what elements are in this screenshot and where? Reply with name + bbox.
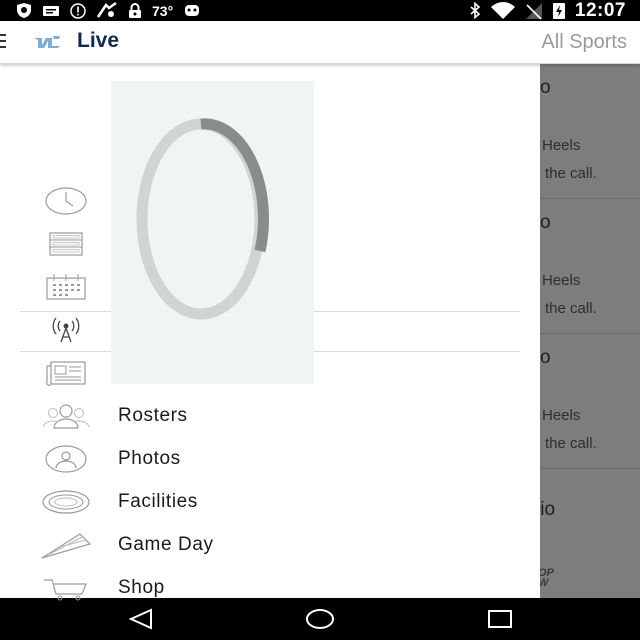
drawer-item-label: Photos [118, 448, 181, 469]
feed-card-text: Heels [542, 272, 581, 289]
drawer-item-shop[interactable]: Shop [0, 567, 540, 610]
facilities-icon [40, 485, 92, 519]
feed-logo: OP W [540, 568, 554, 589]
feed-card[interactable]: o Heels the call. [540, 333, 640, 469]
signal-icon [525, 2, 543, 20]
broadcast-icon [40, 314, 92, 348]
feed-card-text: the call. [545, 300, 597, 317]
navigation-drawer: Rosters Photos Facilities Game Day Shop [0, 63, 540, 601]
photos-icon [40, 442, 92, 476]
page-title: Live [77, 29, 120, 52]
news-icon [40, 356, 92, 390]
loading-spinner-icon [136, 118, 269, 320]
bluetooth-icon [469, 2, 481, 19]
drawer-item-label: Game Day [118, 534, 214, 555]
list-icon [40, 227, 92, 261]
loading-indicator [111, 81, 314, 384]
drawer-item-label: Shop [118, 577, 165, 598]
drawer-item-rosters[interactable]: Rosters [0, 395, 540, 438]
clock-icon [40, 184, 92, 218]
feed-card-title: o [540, 77, 551, 98]
battery-icon [552, 2, 566, 20]
feed-card-title: o [540, 347, 551, 368]
back-icon[interactable] [128, 608, 154, 635]
drawer-item-gameday[interactable]: Game Day [0, 524, 540, 567]
wifi-icon [490, 1, 516, 20]
feed-card-text: the call. [545, 435, 597, 452]
message-icon [42, 4, 60, 18]
alert-circle-icon [70, 2, 86, 19]
feed-card-title: lio [540, 499, 556, 520]
feed-card-text: Heels [542, 407, 581, 424]
menu-icon[interactable] [0, 33, 8, 54]
fan-icon [96, 2, 118, 19]
background-feed: o Heels the call. o Heels the call. o He… [540, 63, 640, 598]
android-icon [183, 3, 201, 18]
home-icon[interactable] [305, 608, 335, 635]
feed-logo-text: W [540, 577, 548, 589]
app-bar: Live All Sports [0, 21, 640, 64]
recents-icon[interactable] [487, 608, 513, 635]
drawer-item-photos[interactable]: Photos [0, 438, 540, 481]
feed-card-text: Heels [542, 137, 581, 154]
rosters-icon [40, 399, 92, 433]
feed-card[interactable]: o Heels the call. [540, 63, 640, 199]
drawer-item-label: Facilities [118, 491, 198, 512]
all-sports-button[interactable]: All Sports [541, 31, 627, 54]
clock-time: 12:07 [574, 0, 626, 21]
drawer-item-facilities[interactable]: Facilities [0, 481, 540, 524]
drawer-item-label: Rosters [118, 405, 188, 426]
gameday-icon [40, 528, 92, 562]
lock-icon [128, 2, 142, 19]
shop-icon [40, 571, 92, 605]
status-bar: 73° 12:07 [0, 0, 640, 21]
calendar-icon [40, 270, 92, 304]
temperature: 73° [152, 2, 174, 19]
feed-card-text: the call. [545, 165, 597, 182]
shield-icon [16, 2, 32, 19]
unc-logo-icon [33, 35, 61, 54]
feed-card-title: o [540, 212, 551, 233]
feed-card[interactable]: o Heels the call. [540, 198, 640, 334]
